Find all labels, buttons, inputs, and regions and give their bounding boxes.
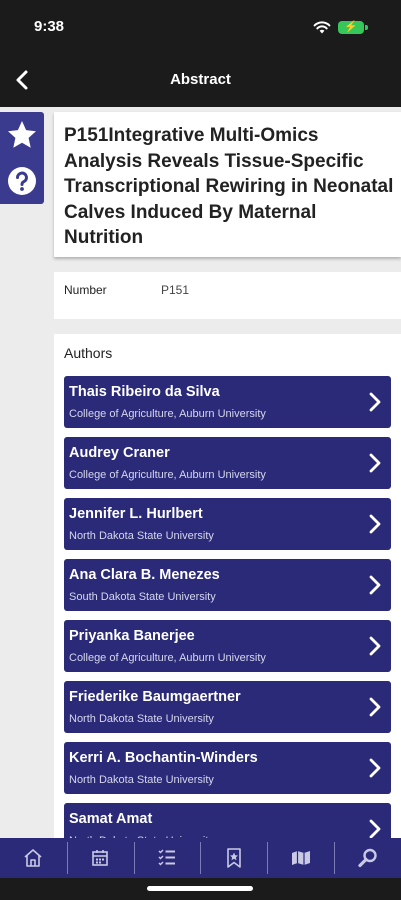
chevron-right-icon bbox=[369, 392, 381, 412]
author-item[interactable]: Kerri A. Bochantin-Winders North Dakota … bbox=[64, 742, 391, 794]
charging-bolt-icon: ⚡ bbox=[344, 21, 358, 33]
author-item[interactable]: Thais Ribeiro da Silva College of Agricu… bbox=[64, 376, 391, 428]
chevron-right-icon bbox=[369, 575, 381, 595]
home-indicator-area bbox=[0, 878, 401, 900]
author-affiliation: North Dakota State University bbox=[69, 713, 214, 725]
tab-bar bbox=[0, 838, 401, 878]
side-action-panel bbox=[0, 112, 44, 204]
chevron-right-icon bbox=[369, 636, 381, 656]
bookmark-icon bbox=[227, 848, 241, 868]
author-item[interactable]: Ana Clara B. Menezes South Dakota State … bbox=[64, 559, 391, 611]
chevron-right-icon bbox=[369, 819, 381, 839]
calendar-icon bbox=[92, 850, 109, 866]
author-affiliation: North Dakota State University bbox=[69, 530, 214, 542]
battery-icon: ⚡ bbox=[338, 21, 364, 34]
author-item[interactable]: Priyanka Banerjee College of Agriculture… bbox=[64, 620, 391, 672]
status-bar: 9:38 ⚡ bbox=[0, 0, 401, 52]
author-affiliation: North Dakota State University bbox=[69, 774, 214, 786]
author-name: Kerri A. Bochantin-Winders bbox=[69, 750, 258, 766]
author-item[interactable]: Jennifer L. Hurlbert North Dakota State … bbox=[64, 498, 391, 550]
question-icon bbox=[8, 167, 36, 195]
chevron-right-icon bbox=[369, 453, 381, 473]
home-indicator[interactable] bbox=[147, 886, 253, 891]
number-value: P151 bbox=[161, 283, 190, 297]
chevron-right-icon bbox=[369, 758, 381, 778]
author-name: Jennifer L. Hurlbert bbox=[69, 506, 203, 522]
tab-home[interactable] bbox=[0, 838, 67, 878]
author-name: Priyanka Banerjee bbox=[69, 628, 195, 644]
search-icon bbox=[357, 848, 377, 868]
favorite-button[interactable] bbox=[0, 112, 44, 158]
wifi-icon bbox=[313, 21, 331, 34]
author-affiliation: College of Agriculture, Auburn Universit… bbox=[69, 469, 266, 481]
authors-heading: Authors bbox=[64, 345, 113, 361]
author-name: Thais Ribeiro da Silva bbox=[69, 384, 220, 400]
author-name: Friederike Baumgaertner bbox=[69, 689, 241, 705]
status-time: 9:38 bbox=[34, 18, 65, 35]
author-name: Samat Amat bbox=[69, 811, 153, 827]
battery-tip bbox=[365, 25, 368, 30]
nav-bar: Abstract bbox=[0, 52, 401, 107]
tab-search[interactable] bbox=[334, 838, 401, 878]
abstract-title-card: P151Integrative Multi-Omics Analysis Rev… bbox=[54, 112, 401, 257]
page-title: Abstract bbox=[170, 71, 231, 88]
author-item[interactable]: Friederike Baumgaertner North Dakota Sta… bbox=[64, 681, 391, 733]
authors-card: Authors Thais Ribeiro da Silva College o… bbox=[54, 334, 401, 855]
tab-map[interactable] bbox=[267, 838, 334, 878]
tab-calendar[interactable] bbox=[66, 838, 134, 878]
map-icon bbox=[291, 851, 310, 865]
chevron-right-icon bbox=[369, 514, 381, 534]
list-icon bbox=[158, 849, 176, 866]
star-icon bbox=[8, 121, 36, 148]
help-button[interactable] bbox=[0, 158, 44, 204]
author-affiliation: College of Agriculture, Auburn Universit… bbox=[69, 652, 266, 664]
abstract-number-card: Number P151 bbox=[54, 272, 401, 319]
author-item[interactable]: Audrey Craner College of Agriculture, Au… bbox=[64, 437, 391, 489]
home-icon bbox=[24, 849, 42, 867]
abstract-title: P151Integrative Multi-Omics Analysis Rev… bbox=[64, 125, 394, 248]
author-name: Ana Clara B. Menezes bbox=[69, 567, 220, 583]
chevron-right-icon bbox=[369, 697, 381, 717]
tab-bookmarks[interactable] bbox=[200, 838, 267, 878]
tab-list[interactable] bbox=[133, 838, 201, 878]
author-affiliation: South Dakota State University bbox=[69, 591, 216, 603]
number-label: Number bbox=[64, 283, 107, 297]
author-affiliation: College of Agriculture, Auburn Universit… bbox=[69, 408, 266, 420]
author-name: Audrey Craner bbox=[69, 445, 170, 461]
